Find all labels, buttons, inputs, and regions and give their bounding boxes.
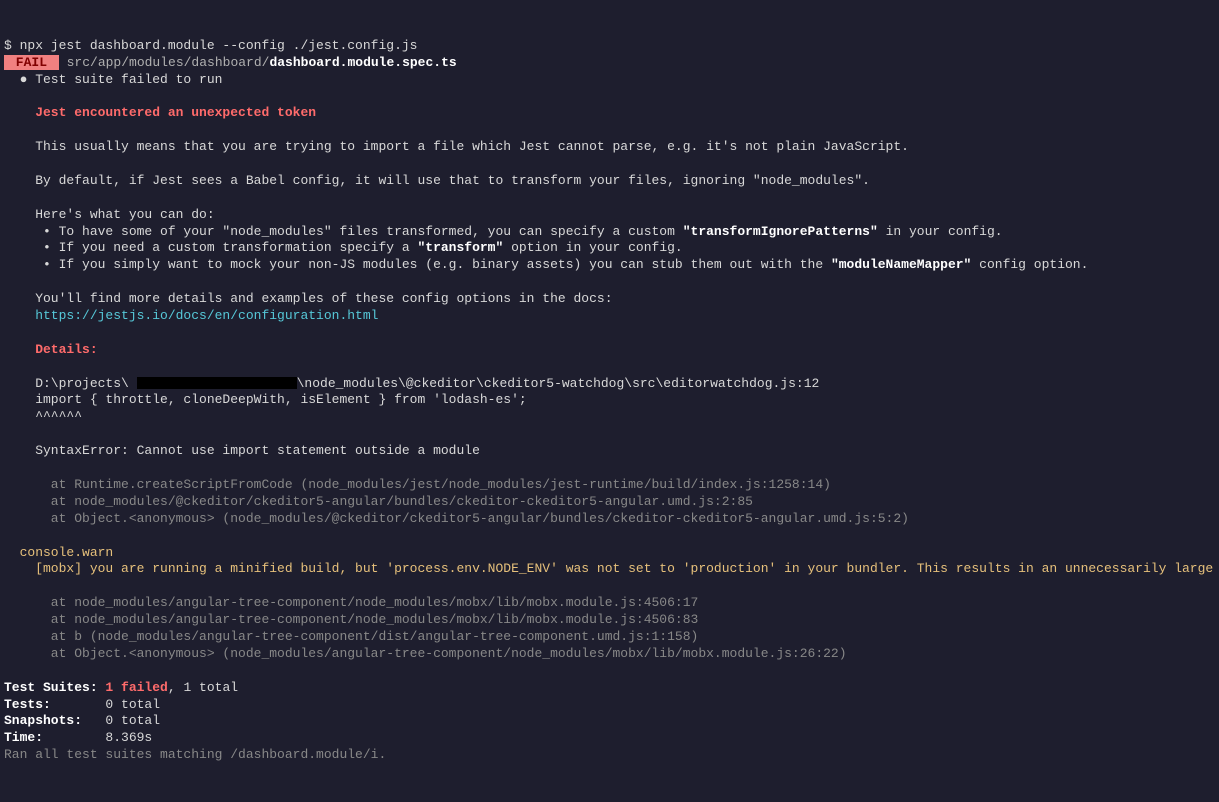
detail-path-a: D:\projects\ xyxy=(4,376,137,391)
hint-2a: • If you need a custom transformation sp… xyxy=(4,240,417,255)
details-label: Details: xyxy=(4,342,98,357)
summary-suites-fail: 1 failed xyxy=(105,680,167,695)
error-desc-2: By default, if Jest sees a Babel config,… xyxy=(4,173,870,188)
summary-snaps-label: Snapshots: xyxy=(4,713,105,728)
hint-intro: Here's what you can do: xyxy=(4,207,215,222)
summary-tests-label: Tests: xyxy=(4,697,105,712)
command-line: $ npx jest dashboard.module --config ./j… xyxy=(4,38,417,53)
warn-stack-1: at node_modules/angular-tree-component/n… xyxy=(4,595,698,610)
hint-2b: "transform" xyxy=(417,240,503,255)
console-warn: console.warn xyxy=(4,545,113,560)
detail-caret: ^^^^^^ xyxy=(4,409,82,424)
stack-1: at Runtime.createScriptFromCode (node_mo… xyxy=(4,477,831,492)
stack-3: at Object.<anonymous> (node_modules/@cke… xyxy=(4,511,909,526)
spec-path-prefix: src/app/modules/dashboard/ xyxy=(59,55,270,70)
hint-1a: • To have some of your "node_modules" fi… xyxy=(4,224,683,239)
docs-link[interactable]: https://jestjs.io/docs/en/configuration.… xyxy=(4,308,378,323)
detail-import-line: import { throttle, cloneDeepWith, isElem… xyxy=(4,392,527,407)
fail-badge: FAIL xyxy=(4,55,59,70)
summary-time-val: 8.369s xyxy=(105,730,152,745)
summary-suites-rest: , 1 total xyxy=(168,680,238,695)
summary-tests-val: 0 total xyxy=(105,697,160,712)
error-header: Jest encountered an unexpected token xyxy=(4,105,316,120)
summary-snaps-val: 0 total xyxy=(105,713,160,728)
redacted-path xyxy=(137,377,297,389)
hint-1c: in your config. xyxy=(878,224,1003,239)
suite-failed-line: ● Test suite failed to run xyxy=(4,72,222,87)
summary-time-label: Time: xyxy=(4,730,105,745)
warn-stack-3: at b (node_modules/angular-tree-componen… xyxy=(4,629,698,644)
spec-path-file: dashboard.module.spec.ts xyxy=(269,55,456,70)
warn-stack-2: at node_modules/angular-tree-component/n… xyxy=(4,612,698,627)
error-desc-1: This usually means that you are trying t… xyxy=(4,139,909,154)
detail-path-b: \node_modules\@ckeditor\ckeditor5-watchd… xyxy=(297,376,820,391)
mobx-warn: [mobx] you are running a minified build,… xyxy=(4,561,1219,576)
summary-suites-label: Test Suites: xyxy=(4,680,105,695)
hint-1b: "transformIgnorePatterns" xyxy=(683,224,878,239)
warn-stack-4: at Object.<anonymous> (node_modules/angu… xyxy=(4,646,847,661)
docs-intro: You'll find more details and examples of… xyxy=(4,291,613,306)
hint-3b: "moduleNameMapper" xyxy=(831,257,971,272)
hint-3a: • If you simply want to mock your non-JS… xyxy=(4,257,831,272)
stack-2: at node_modules/@ckeditor/ckeditor5-angu… xyxy=(4,494,753,509)
syntax-error: SyntaxError: Cannot use import statement… xyxy=(4,443,480,458)
hint-2c: option in your config. xyxy=(503,240,682,255)
summary-ran: Ran all test suites matching /dashboard.… xyxy=(4,747,386,762)
hint-3c: config option. xyxy=(971,257,1088,272)
